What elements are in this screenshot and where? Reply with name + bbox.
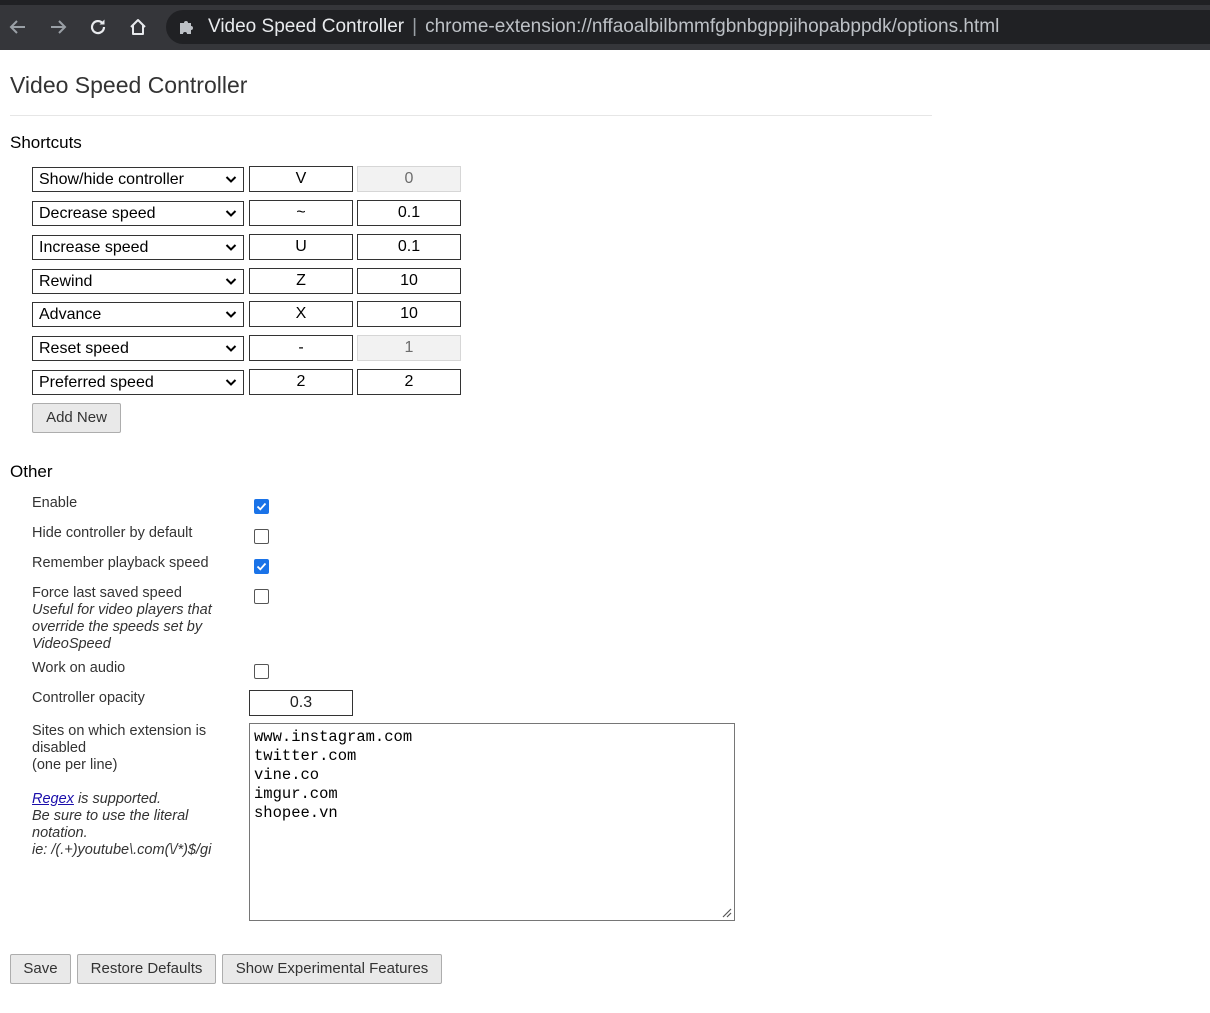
shortcut-key-input[interactable]: X: [249, 301, 353, 327]
shortcut-value-input[interactable]: 0.1: [357, 234, 461, 260]
blacklist-entries: www.instagram.com twitter.com vine.co imgur…: [254, 728, 730, 823]
force-speed-note: override the speeds set by: [32, 619, 203, 635]
force-speed-note: Useful for video players that: [32, 602, 212, 618]
shortcut-action-label: Increase speed: [39, 239, 149, 256]
blacklist-entry: twitter.com: [254, 747, 357, 765]
shortcut-key-input[interactable]: -: [249, 335, 353, 361]
shortcut-action-select[interactable]: Increase speed: [32, 235, 244, 260]
blacklist-label: disabled: [32, 740, 87, 756]
home-icon: [130, 19, 146, 35]
blacklist-hint: (one per line): [32, 757, 118, 773]
title-divider: [10, 115, 932, 116]
browser-toolbar: Video Speed Controller | chrome-extension:…: [0, 0, 1210, 50]
page-title: Video Speed Controller: [10, 72, 248, 98]
audio-checkbox[interactable]: [254, 664, 269, 679]
shortcut-action-select[interactable]: Reset speed: [32, 336, 244, 361]
enable-checkbox[interactable]: [254, 499, 269, 514]
shortcut-value-input: 1: [357, 335, 461, 361]
chevron-down-icon: [225, 311, 237, 318]
regex-supported-text: is supported.: [73, 791, 161, 807]
audio-label: Work on audio: [32, 660, 126, 676]
shortcut-key-input[interactable]: 2: [249, 369, 353, 395]
address-text: Video Speed Controller | chrome-extension:…: [208, 10, 999, 44]
shortcut-action-select[interactable]: Show/hide controller: [32, 167, 244, 192]
remember-speed-checkbox[interactable]: [254, 559, 269, 574]
blacklist-textarea[interactable]: www.instagram.com twitter.com vine.co imgur…: [249, 723, 735, 921]
back-button[interactable]: [4, 13, 32, 41]
shortcut-key-input[interactable]: ~: [249, 200, 353, 226]
shortcut-value-input: 0: [357, 166, 461, 192]
chevron-down-icon: [225, 176, 237, 183]
restore-defaults-button[interactable]: Restore Defaults: [77, 954, 216, 984]
home-button[interactable]: [124, 13, 152, 41]
shortcuts-heading: Shortcuts: [10, 133, 82, 152]
force-speed-note: VideoSpeed: [32, 636, 111, 652]
reload-button[interactable]: [84, 13, 112, 41]
chevron-down-icon: [225, 345, 237, 352]
title-url-separator: |: [412, 16, 418, 37]
add-new-button[interactable]: Add New: [32, 403, 121, 433]
enable-label: Enable: [32, 495, 78, 511]
blacklist-entry: shopee.vn: [254, 804, 338, 822]
checkmark-icon: [256, 502, 267, 511]
show-experimental-button[interactable]: Show Experimental Features: [222, 954, 442, 984]
hide-controller-label: Hide controller by default: [32, 525, 193, 541]
shortcut-value-input[interactable]: 10: [357, 268, 461, 294]
blacklist-entry: www.instagram.com: [254, 728, 413, 746]
regex-example: ie: /(.+)youtube\.com(\/*)$/gi: [32, 842, 212, 858]
shortcut-key-input[interactable]: Z: [249, 268, 353, 294]
chevron-down-icon: [225, 278, 237, 285]
shortcut-key-input[interactable]: V: [249, 166, 353, 192]
resize-grip-icon[interactable]: [721, 907, 732, 918]
shortcut-action-label: Decrease speed: [39, 205, 156, 222]
shortcut-key-input[interactable]: U: [249, 234, 353, 260]
checkmark-icon: [256, 562, 267, 571]
shortcut-action-select[interactable]: Preferred speed: [32, 370, 244, 395]
force-speed-label: Force last saved speed: [32, 585, 182, 601]
shortcut-action-label: Rewind: [39, 273, 93, 290]
blacklist-label-block: Sites on which extension is disabled (on…: [32, 723, 211, 859]
puzzle-piece-icon: [180, 21, 193, 34]
shortcut-action-label: Reset speed: [39, 340, 129, 357]
forward-button[interactable]: [44, 13, 72, 41]
tab-title: Video Speed Controller: [208, 16, 405, 37]
regex-link[interactable]: Regex: [32, 791, 74, 807]
regex-note-line: Regex is supported.: [32, 791, 211, 808]
shortcut-action-label: Show/hide controller: [39, 171, 184, 188]
chevron-down-icon: [225, 210, 237, 217]
regex-note: Be sure to use the literal: [32, 808, 189, 824]
blacklist-entry: imgur.com: [254, 785, 338, 803]
force-speed-checkbox[interactable]: [254, 589, 269, 604]
remember-speed-label: Remember playback speed: [32, 555, 209, 571]
shortcut-action-label: Preferred speed: [39, 374, 154, 391]
back-arrow-icon: [9, 20, 25, 34]
forward-arrow-icon: [51, 20, 67, 34]
reload-icon: [90, 19, 106, 35]
force-speed-label-block: Force last saved speed Useful for video …: [32, 585, 212, 653]
opacity-label: Controller opacity: [32, 690, 145, 706]
shortcut-value-input[interactable]: 2: [357, 369, 461, 395]
shortcut-action-select[interactable]: Rewind: [32, 269, 244, 294]
url-text: chrome-extension://nffaoalbilbmmfgbnbgpp…: [425, 16, 1000, 37]
blacklist-entry: vine.co: [254, 766, 320, 784]
hide-controller-checkbox[interactable]: [254, 529, 269, 544]
opacity-input[interactable]: 0.3: [249, 690, 353, 716]
shortcut-action-select[interactable]: Decrease speed: [32, 201, 244, 226]
chevron-down-icon: [225, 379, 237, 386]
shortcut-action-select[interactable]: Advance: [32, 302, 244, 327]
regex-note: notation.: [32, 825, 88, 841]
chevron-down-icon: [225, 244, 237, 251]
shortcut-value-input[interactable]: 0.1: [357, 200, 461, 226]
blacklist-label: Sites on which extension is: [32, 723, 207, 739]
save-button[interactable]: Save: [10, 954, 71, 984]
shortcut-action-label: Advance: [39, 306, 102, 323]
shortcut-value-input[interactable]: 10: [357, 301, 461, 327]
other-heading: Other: [10, 462, 53, 481]
address-bar[interactable]: Video Speed Controller | chrome-extension:…: [166, 10, 1210, 44]
